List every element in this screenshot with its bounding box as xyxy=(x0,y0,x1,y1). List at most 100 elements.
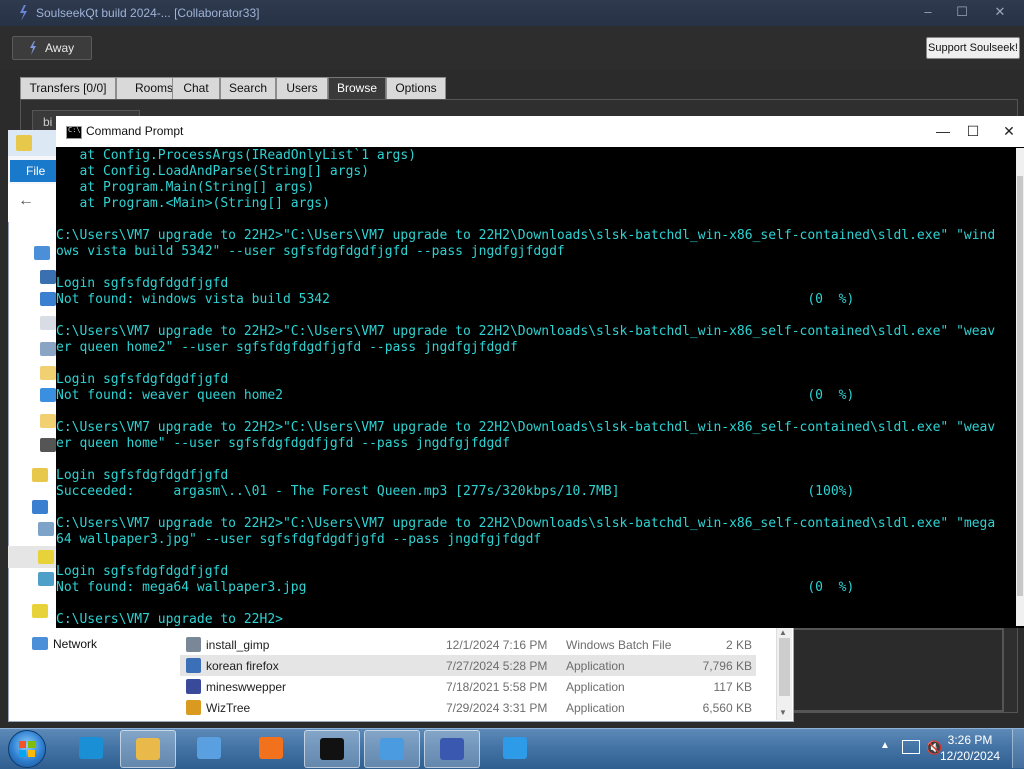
file-menu-tab[interactable]: File xyxy=(10,160,62,182)
drive-icon[interactable] xyxy=(38,572,54,586)
show-desktop-button[interactable] xyxy=(1012,729,1024,768)
console-line: er queen home2" --user sgfsfdgfdgdfjgfd … xyxy=(56,340,518,355)
console-scrollbar[interactable] xyxy=(1016,148,1024,626)
libraries-icon[interactable] xyxy=(32,468,48,482)
file-row[interactable]: korean firefox 7/27/2024 5:28 PM Applicati… xyxy=(180,655,756,676)
tab-browse[interactable]: Browse xyxy=(328,77,386,100)
scroll-down-icon[interactable]: ▼ xyxy=(779,708,787,717)
network-status-icon[interactable] xyxy=(902,740,920,754)
console-output[interactable]: at Config.ProcessArgs(IReadOnlyList`1 ar… xyxy=(56,148,1018,626)
clock[interactable]: 3:26 PM 12/20/2024 xyxy=(940,732,1000,764)
wiztree-icon xyxy=(186,700,201,715)
file-name: korean firefox xyxy=(206,659,279,673)
tab-chat[interactable]: Chat xyxy=(172,77,220,100)
downloads-folder-icon[interactable] xyxy=(40,292,56,306)
taskbar-button[interactable] xyxy=(244,730,298,766)
maximize-icon[interactable]: ☐ xyxy=(960,119,986,143)
music-folder-icon[interactable] xyxy=(40,388,56,402)
soulseek-toolbar xyxy=(0,26,1024,70)
support-soulseek-button[interactable]: Support Soulseek! xyxy=(926,37,1020,59)
desktop-folder-icon[interactable] xyxy=(40,270,56,284)
folder-icon[interactable] xyxy=(40,414,56,428)
console-line: Login sgfsfdgfdgdfjgfd xyxy=(56,468,229,483)
file-row[interactable]: install_gimp 12/1/2024 7:16 PM Windows Bat… xyxy=(180,634,756,655)
soulseek-side-panel xyxy=(792,628,1004,712)
videos-folder-icon[interactable] xyxy=(40,438,56,452)
console-line: C:\Users\VM7 upgrade to 22H2>"C:\Users\V… xyxy=(56,420,996,435)
minesweeper-icon xyxy=(186,679,201,694)
console-line: 64 wallpaper3.jpg" --user sgfsfdgfdgdfjg… xyxy=(56,532,542,547)
console-line: Succeeded: argasm\..\01 - The Forest Que… xyxy=(56,484,855,499)
scroll-up-icon[interactable]: ▲ xyxy=(779,628,787,637)
soulseek-title-bar[interactable]: SoulseekQt build 2024-... [Collaborator3… xyxy=(0,0,1024,26)
minimize-icon[interactable]: – xyxy=(914,2,942,22)
tab-options[interactable]: Options xyxy=(386,77,446,100)
taskbar-button[interactable] xyxy=(64,730,118,766)
file-type: Application xyxy=(566,659,625,673)
console-line: er queen home" --user sgfsfdgfdgdfjgfd -… xyxy=(56,436,510,451)
taskbar-button[interactable] xyxy=(364,730,420,768)
windows-logo-icon xyxy=(19,741,35,757)
file-size: 117 KB xyxy=(713,680,752,694)
console-line: ows vista build 5342" --user sgfsfdgfdgd… xyxy=(56,244,565,259)
file-row[interactable]: mineswwepper 7/18/2021 5:58 PM Application… xyxy=(180,676,756,697)
close-icon[interactable]: ✕ xyxy=(996,119,1022,143)
tab-transfers[interactable]: Transfers [0/0] xyxy=(20,77,116,100)
file-date: 7/29/2024 3:31 PM xyxy=(446,701,548,715)
back-arrow-icon[interactable]: ← xyxy=(18,192,34,210)
soulseek-drive-icon[interactable] xyxy=(38,550,54,564)
command-prompt-title-bar[interactable]: C:\ Command Prompt — ☐ ✕ xyxy=(56,116,1024,147)
file-type: Application xyxy=(566,680,625,694)
minimize-icon[interactable]: — xyxy=(930,119,956,143)
command-prompt-title: Command Prompt xyxy=(86,124,184,138)
pictures-folder-icon[interactable] xyxy=(40,342,56,356)
file-name: WizTree xyxy=(206,701,251,715)
file-date: 12/1/2024 7:16 PM xyxy=(446,638,548,652)
file-row[interactable]: WizTree 7/29/2024 3:31 PM Application 6,560… xyxy=(180,697,756,718)
console-line: at Program.Main(String[] args) xyxy=(56,180,315,195)
network-icon xyxy=(32,637,48,650)
explorer-scrollbar[interactable]: ▲ ▼ xyxy=(776,628,792,720)
console-scroll-thumb[interactable] xyxy=(1017,176,1023,596)
user-folder-icon[interactable] xyxy=(32,604,48,618)
console-line: Not found: mega64 wallpaper3.jpg (0 %) xyxy=(56,580,855,595)
soulseek-title: SoulseekQt build 2024-... [Collaborator3… xyxy=(36,6,260,20)
show-hidden-icons-icon[interactable]: ▲ xyxy=(880,740,890,751)
drive-icon[interactable] xyxy=(38,522,54,536)
console-line: at Program.<Main>(String[] args) xyxy=(56,196,330,211)
file-size: 2 KB xyxy=(725,638,752,652)
taskbar-button[interactable] xyxy=(424,730,480,768)
quick-access-star-icon[interactable] xyxy=(34,246,50,260)
documents-folder-icon[interactable] xyxy=(40,316,56,330)
clock-time: 3:26 PM xyxy=(947,733,993,747)
close-icon[interactable]: ✕ xyxy=(986,2,1014,22)
scroll-thumb[interactable] xyxy=(779,638,790,696)
console-line: at Config.LoadAndParse(String[] args) xyxy=(56,164,370,179)
taskbar-button[interactable] xyxy=(182,730,236,766)
file-type: Application xyxy=(566,701,625,715)
taskbar-button[interactable] xyxy=(488,730,542,766)
browse-user-label: bi xyxy=(43,115,53,129)
console-line: C:\Users\VM7 upgrade to 22H2>"C:\Users\V… xyxy=(56,324,996,339)
file-date: 7/18/2021 5:58 PM xyxy=(446,680,548,694)
away-button[interactable]: Away xyxy=(12,36,92,60)
away-icon xyxy=(30,41,36,55)
nav-item-network[interactable]: Network xyxy=(30,634,180,654)
maximize-icon[interactable]: ☐ xyxy=(948,2,976,22)
taskbar-button[interactable] xyxy=(304,730,360,768)
console-line: Login sgfsfdgfdgdfjgfd xyxy=(56,564,229,579)
taskbar-button[interactable] xyxy=(120,730,176,768)
tab-users[interactable]: Users xyxy=(276,77,328,100)
this-pc-icon[interactable] xyxy=(32,500,48,514)
console-line: C:\Users\VM7 upgrade to 22H2>"C:\Users\V… xyxy=(56,516,996,531)
soulseek-logo-icon xyxy=(20,5,27,21)
console-line: C:\Users\VM7 upgrade to 22H2>"C:\Users\V… xyxy=(56,228,996,243)
command-prompt-icon xyxy=(320,738,344,760)
start-button[interactable] xyxy=(8,730,46,768)
tab-search[interactable]: Search xyxy=(220,77,276,100)
folder-icon[interactable] xyxy=(40,366,56,380)
